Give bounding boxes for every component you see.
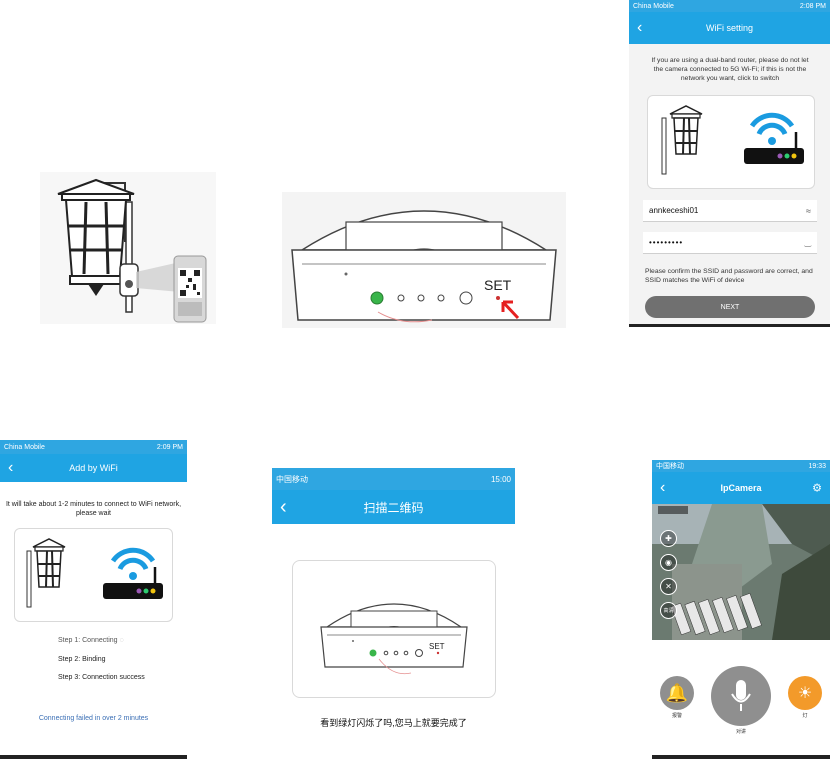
carrier-label: 中国移动 [656,463,684,470]
lantern-camera-icon [40,172,216,324]
app-bar: ‹ Add by WiFi [0,454,187,482]
light-label: 灯 [802,713,808,719]
pairing-card [647,95,815,189]
camera-snapshot-icon[interactable]: ◉ [660,554,677,571]
alarm-bell-button[interactable]: 🔔 [660,676,694,710]
ipcamera-screen: 中国移动 19:33 ‹ IpCamera ⚙ ✚ ◉ ✕ 高清 🔔 报警 对讲… [652,460,830,759]
bell-icon: 🔔 [665,682,689,703]
step-success: Step 3: Connection success [58,674,145,681]
back-arrow-icon[interactable]: ‹ [280,497,287,517]
status-bar: China Mobile 2:09 PM [0,440,187,454]
step-binding: Step 2: Binding [58,656,106,663]
spinner-icon: ◌ [119,637,124,644]
pairing-card [14,528,173,622]
status-time: 19:33 [808,462,826,470]
light-toggle-button[interactable]: ☀ [788,676,822,710]
device-set-icon: SET [320,603,468,675]
light-bulb-icon: ☀ [797,685,813,702]
page-title: Add by WiFi [69,463,118,473]
status-time: 15:00 [490,474,511,484]
carrier-label: China Mobile [633,2,674,10]
status-bar: China Mobile 2:08 PM [629,0,830,12]
failed-text: Connecting failed in over 2 minutes [38,715,149,722]
wait-info: It will take about 1-2 minutes to connec… [5,501,182,517]
status-time: 2:09 PM [156,443,183,451]
nav-bar [0,755,187,759]
eye-closed-icon[interactable]: ‿ [805,238,811,247]
ssid-value: annkeceshi01 [649,206,699,215]
lantern-router-icon [26,538,163,608]
nav-bar [652,755,830,759]
gear-icon[interactable]: ⚙ [812,482,822,495]
app-bar: ‹ IpCamera ⚙ [652,472,830,504]
ptz-control-icon[interactable]: ✚ [660,530,677,547]
hd-toggle-button[interactable]: 高清 [660,602,677,619]
signal-indicator [658,506,688,514]
page-title: WiFi setting [705,23,753,33]
status-bar: 中国移动 19:33 [652,460,830,472]
wifi-signal-icon[interactable]: ≈ [806,206,811,216]
scan-qr-screen: 中国移动 15:00 ‹ 扫描二维码 SET 看到绿灯闪烁了吗,您马上就要完成了 [272,468,515,759]
mute-speaker-icon[interactable]: ✕ [660,578,677,595]
carrier-label: 中国移动 [276,474,308,484]
app-bar: ‹ WiFi setting [629,12,830,44]
alarm-label: 报警 [671,713,682,719]
next-button[interactable]: NEXT [645,296,815,318]
carrier-label: China Mobile [4,443,45,451]
set-label: SET [484,277,512,293]
password-value: ••••••••• [649,238,684,247]
add-by-wifi-screen: China Mobile 2:09 PM ‹ Add by WiFi It wi… [0,440,187,759]
live-video-view[interactable]: ✚ ◉ ✕ 高清 [652,504,830,640]
device-figure-card: SET [292,560,496,698]
back-arrow-icon[interactable]: ‹ [660,480,665,496]
back-arrow-icon[interactable]: ‹ [637,20,642,36]
talk-label: 对讲 [735,729,746,735]
status-bar: 中国移动 15:00 [272,468,515,490]
talk-mic-button[interactable] [711,666,771,726]
device-set-illustration: SET [282,192,566,328]
back-arrow-icon[interactable]: ‹ [8,460,13,476]
page-title: IpCamera [720,483,762,493]
page-title: 扫描二维码 [363,500,424,515]
ssid-field[interactable]: annkeceshi01 ≈ [643,200,817,222]
green-light-hint: 看到绿灯闪烁了吗,您马上就要完成了 [320,718,467,728]
app-bar: ‹ 扫描二维码 [272,490,515,524]
confirm-text: Please confirm the SSID and password are… [645,268,813,284]
set-label: SET [429,642,445,651]
nav-bar [629,324,830,327]
step-connecting-label: Step 1: Connecting [58,637,118,644]
dual-band-info: If you are using a dual-band router, ple… [647,56,813,83]
hd-label: 高清 [663,608,674,614]
lantern-qr-illustration [40,172,216,324]
password-field[interactable]: ••••••••• ‿ [643,232,817,254]
status-time: 2:08 PM [799,2,826,10]
live-video-frame [652,504,830,640]
lantern-router-icon [661,105,804,175]
microphone-icon [731,680,751,711]
dual-band-info-text: If you are using a dual-band router, ple… [651,57,809,82]
step-connecting: Step 1: Connecting ◌ [58,637,124,644]
wifi-setting-screen: China Mobile 2:08 PM ‹ WiFi setting If y… [629,0,830,327]
